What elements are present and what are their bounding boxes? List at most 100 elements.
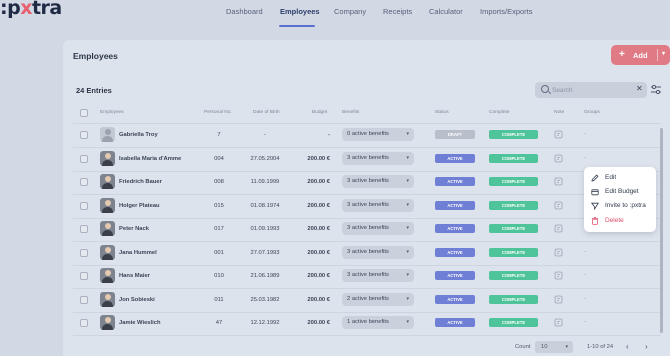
nav-employees[interactable]: Employees bbox=[280, 7, 320, 16]
row-checkbox[interactable] bbox=[80, 295, 88, 304]
date-of-birth: 27.05.2004 bbox=[250, 155, 280, 162]
note-icon[interactable] bbox=[554, 177, 563, 186]
col-personal-no[interactable]: Personal No. bbox=[204, 110, 232, 115]
personal-no: 004 bbox=[214, 155, 224, 162]
col-status[interactable]: Status bbox=[435, 110, 449, 115]
benefits-dropdown[interactable]: 1 active benefits ▾ bbox=[342, 316, 414, 329]
nav-receipts[interactable]: Receipts bbox=[383, 7, 412, 16]
employee-name[interactable]: Gabriella Troy bbox=[119, 132, 158, 138]
personal-no: 47 bbox=[215, 320, 223, 326]
nav-company[interactable]: Company bbox=[334, 7, 366, 16]
col-employees[interactable]: Employees bbox=[100, 110, 124, 115]
benefits-dropdown[interactable]: 3 active benefits ▾ bbox=[342, 269, 414, 282]
groups-value: - bbox=[584, 131, 586, 137]
employee-name[interactable]: Isabella Maria d'Amme bbox=[119, 156, 181, 162]
complete-badge: COMPLETE bbox=[489, 130, 538, 139]
benefits-label: 3 active benefits bbox=[347, 154, 389, 161]
table-row[interactable]: Peter Nack 017 01.09.1993 200.00 € 3 active … bbox=[63, 218, 670, 241]
active-nav-indicator bbox=[279, 25, 315, 27]
benefits-dropdown[interactable]: 0 active benefits ▾ bbox=[342, 128, 414, 141]
budget-value: 200.00 € bbox=[307, 320, 330, 326]
row-checkbox[interactable] bbox=[80, 272, 88, 280]
nav-imports-exports[interactable]: Imports/Exports bbox=[480, 7, 533, 16]
menu-item-delete[interactable]: Delete bbox=[584, 214, 656, 228]
groups-value: - bbox=[584, 248, 586, 255]
row-checkbox[interactable] bbox=[80, 178, 88, 186]
employee-name[interactable]: Hans Maier bbox=[119, 273, 150, 279]
col-note[interactable]: Note bbox=[554, 110, 564, 115]
benefits-dropdown[interactable]: 2 active benefits ▾ bbox=[342, 292, 414, 306]
employee-name[interactable]: Jamie Wieslich bbox=[119, 320, 161, 326]
chevron-down-icon: ▾ bbox=[406, 295, 409, 302]
table-row[interactable]: Jamie Wieslich 47 12.12.1992 200.00 € 1 acti… bbox=[63, 312, 670, 335]
benefits-dropdown[interactable]: 3 active benefits ▾ bbox=[342, 222, 414, 235]
col-benefits[interactable]: Benefits bbox=[342, 110, 359, 115]
menu-item-invite[interactable]: Invite to :pxtra bbox=[584, 199, 656, 213]
employee-name[interactable]: Holger Plateau bbox=[119, 203, 160, 209]
col-complete[interactable]: Complete bbox=[489, 110, 510, 115]
note-icon[interactable] bbox=[554, 130, 563, 139]
chevron-down-icon: ▾ bbox=[565, 344, 568, 350]
menu-item-edit-budget[interactable]: Edit Budget bbox=[584, 185, 656, 199]
row-checkbox[interactable] bbox=[80, 319, 88, 327]
clear-search-icon[interactable]: ✕ bbox=[636, 84, 643, 93]
menu-item-edit[interactable]: Edit bbox=[584, 171, 656, 185]
table-row[interactable]: Gabriella Troy 7 - - 0 active benefits ▾ DRAFT… bbox=[63, 124, 670, 147]
status-badge: ACTIVE bbox=[435, 271, 475, 280]
col-date-of-birth[interactable]: Date of Birth bbox=[253, 110, 280, 115]
prev-page-button[interactable]: ‹ bbox=[626, 342, 629, 351]
complete-badge: COMPLETE bbox=[489, 153, 538, 163]
benefits-label: 1 active benefits bbox=[347, 319, 389, 325]
row-checkbox[interactable] bbox=[80, 248, 88, 257]
page-title: Employees bbox=[73, 51, 118, 61]
budget-value: 200.00 € bbox=[307, 179, 330, 185]
employee-name[interactable]: Jon Sobieski bbox=[119, 297, 155, 303]
add-button-label: Add bbox=[633, 51, 648, 60]
next-page-button[interactable]: › bbox=[645, 342, 648, 351]
personal-no: 011 bbox=[214, 296, 224, 303]
benefits-dropdown[interactable]: 3 active benefits ▾ bbox=[342, 175, 414, 188]
employee-name[interactable]: Peter Nack bbox=[119, 226, 149, 232]
note-icon[interactable] bbox=[554, 318, 563, 327]
avatar bbox=[100, 221, 115, 236]
nav-dashboard[interactable]: Dashboard bbox=[226, 7, 263, 16]
complete-badge: COMPLETE bbox=[489, 318, 538, 327]
benefits-dropdown[interactable]: 3 active benefits ▾ bbox=[342, 198, 414, 212]
note-icon[interactable] bbox=[554, 248, 563, 257]
employee-name[interactable]: Jana Hummel bbox=[119, 250, 157, 256]
benefits-dropdown[interactable]: 3 active benefits ▾ bbox=[342, 151, 414, 165]
date-of-birth: 11.09.1999 bbox=[250, 179, 280, 185]
complete-badge: COMPLETE bbox=[489, 224, 538, 233]
status-badge: DRAFT bbox=[435, 130, 475, 139]
note-icon[interactable] bbox=[554, 224, 563, 233]
note-icon[interactable] bbox=[554, 201, 563, 210]
row-checkbox[interactable] bbox=[80, 131, 88, 139]
add-employee-button[interactable]: + Add ▾ bbox=[611, 45, 670, 65]
count-select[interactable]: 10 ▾ bbox=[535, 341, 573, 353]
search-input[interactable] bbox=[552, 84, 630, 96]
avatar bbox=[100, 244, 115, 260]
select-all-checkbox[interactable] bbox=[80, 109, 88, 117]
table-row[interactable]: Holger Plateau 015 01.08.1974 200.00 € 3 act… bbox=[63, 195, 670, 218]
nav-calculator[interactable]: Calculator bbox=[429, 7, 463, 16]
col-groups[interactable]: Groups bbox=[584, 110, 600, 115]
row-checkbox[interactable] bbox=[80, 201, 88, 210]
row-checkbox[interactable] bbox=[80, 225, 88, 233]
filter-sliders-icon[interactable] bbox=[650, 84, 662, 96]
chevron-down-icon: ▾ bbox=[406, 248, 409, 255]
scrollbar-thumb[interactable] bbox=[660, 128, 663, 333]
note-icon[interactable] bbox=[554, 154, 563, 163]
col-budget[interactable]: Budget bbox=[312, 110, 327, 115]
table-row[interactable]: Hans Maier 010 21.06.1989 200.00 € 3 active … bbox=[63, 265, 670, 288]
table-row[interactable]: Jana Hummel 001 27.07.1993 200.00 € 3 active… bbox=[63, 242, 670, 265]
note-icon[interactable] bbox=[554, 295, 563, 304]
employee-name[interactable]: Friedrich Bauer bbox=[119, 179, 162, 185]
note-icon[interactable] bbox=[554, 271, 563, 280]
table-row[interactable]: Jon Sobieski 011 25.03.1982 200.00 € 2 activ… bbox=[63, 289, 670, 312]
budget-value: 200.00 € bbox=[307, 249, 330, 256]
benefits-dropdown[interactable]: 3 active benefits ▾ bbox=[342, 245, 414, 259]
chevron-down-icon[interactable]: ▾ bbox=[662, 50, 665, 57]
table-row[interactable]: Friedrich Bauer 008 11.09.1999 200.00 € 3 ac… bbox=[63, 171, 670, 194]
table-row[interactable]: Isabella Maria d'Amme 004 27.05.2004 200.00… bbox=[63, 148, 670, 171]
row-checkbox[interactable] bbox=[80, 154, 88, 163]
